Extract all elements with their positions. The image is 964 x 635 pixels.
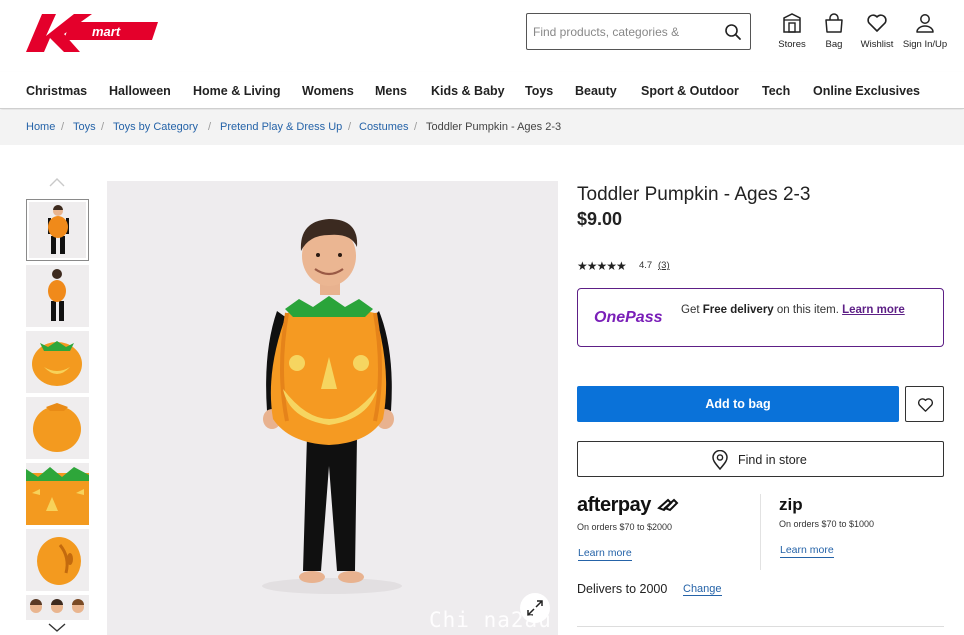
thumbnail-costume-side[interactable] [26,529,89,591]
bag-icon [825,13,843,33]
payment-divider [760,494,761,570]
sign-in-link[interactable]: Sign In/Up [900,12,950,58]
search-icon[interactable] [724,23,742,41]
breadcrumb-toys[interactable]: Toys [73,121,96,133]
onepass-text-start: Get [681,304,703,316]
thumbnail-scroll-up-icon[interactable] [49,177,65,187]
zip-learn-more-link[interactable]: Learn more [780,544,834,558]
nav-christmas[interactable]: Christmas [26,84,87,98]
kmart-logo[interactable]: mart [26,12,158,54]
find-in-store-label: Find in store [738,453,807,467]
onepass-text: Get Free delivery on this item. Learn mo… [681,304,931,317]
product-title: Toddler Pumpkin - Ages 2-3 [577,184,811,205]
breadcrumb-current: Toddler Pumpkin - Ages 2-3 [426,121,562,133]
breadcrumb-separator: / [208,121,212,133]
breadcrumb-costumes[interactable]: Costumes [359,121,409,133]
afterpay-note: On orders $70 to $2000 [577,522,673,532]
nav-womens[interactable]: Womens [302,84,354,98]
nav-kids-baby[interactable]: Kids & Baby [431,84,505,98]
zip-section: zip On orders $70 to $1000 Learn more [779,490,939,570]
image-watermark: Chi na2au [429,608,552,632]
add-to-wishlist-button[interactable] [905,386,944,422]
breadcrumb-toys-by-category[interactable]: Toys by Category [113,121,198,133]
section-divider [577,626,944,627]
breadcrumb: Home / Toys / Toys by Category / Pretend… [0,110,964,145]
breadcrumb-home[interactable]: Home [26,121,55,133]
onepass-logo: OnePass [594,309,663,326]
add-to-bag-button[interactable]: Add to bag [577,386,899,422]
thumbnail-back[interactable] [26,265,89,327]
onepass-free-delivery: Free delivery [702,304,774,316]
afterpay-logo-text: afterpay [577,494,651,516]
breadcrumb-separator: / [414,121,418,133]
breadcrumb-separator: / [61,121,65,133]
breadcrumb-pretend-play[interactable]: Pretend Play & Dress Up [220,121,342,133]
sign-in-label: Sign In/Up [902,39,948,50]
nav-tech[interactable]: Tech [762,84,790,98]
breadcrumb-separator: / [101,121,105,133]
wishlist-label: Wishlist [860,39,894,50]
rating-stars: ★★★★★ [577,259,627,273]
afterpay-arrows-icon [657,498,679,512]
thumbnail-lifestyle[interactable] [26,595,89,620]
site-header: mart Stores Bag Wishlist [0,0,964,72]
review-count-link[interactable]: (3) [658,260,670,271]
onepass-banner: OnePass Get Free delivery on this item. … [577,288,944,347]
heart-icon [867,14,887,32]
store-icon [783,13,801,33]
nav-sport-outdoor[interactable]: Sport & Outdoor [641,84,739,98]
heart-icon [917,398,934,412]
nav-home-living[interactable]: Home & Living [193,84,281,98]
product-price: $9.00 [577,209,623,229]
location-pin-icon [712,450,728,470]
user-icon [916,14,934,33]
search-box [526,13,751,50]
find-in-store-button[interactable]: Find in store [577,441,944,477]
zip-logo: zip [779,495,803,514]
thumbnail-scroll-down-icon[interactable] [48,622,66,633]
onepass-learn-more-link[interactable]: Learn more [842,304,905,316]
search-input[interactable] [533,22,713,42]
nav-online-exclusives[interactable]: Online Exclusives [813,84,920,98]
thumbnail-costume-back[interactable] [26,397,89,459]
logo-text: mart [92,24,121,39]
zip-note: On orders $70 to $1000 [779,519,875,529]
thumbnail-costume-front[interactable] [26,331,89,393]
afterpay-learn-more-link[interactable]: Learn more [578,547,632,561]
nav-mens[interactable]: Mens [375,84,407,98]
afterpay-logo: afterpay [577,494,680,517]
product-main-image[interactable] [107,181,558,635]
change-location-link[interactable]: Change [683,583,722,596]
nav-toys[interactable]: Toys [525,84,553,98]
nav-halloween[interactable]: Halloween [109,84,171,98]
delivery-location: Delivers to 2000 [577,582,668,596]
afterpay-section: afterpay On orders $70 to $2000 Learn mo… [577,490,757,570]
thumbnail-costume-detail[interactable] [26,463,89,525]
rating-value: 4.7 [639,260,653,271]
breadcrumb-separator: / [348,121,352,133]
wishlist-link[interactable]: Wishlist [852,12,902,58]
category-nav: Christmas Halloween Home & Living Womens… [0,72,964,109]
nav-beauty[interactable]: Beauty [575,84,617,98]
onepass-text-end: on this item. [773,304,843,316]
thumbnail-front[interactable] [26,199,89,261]
